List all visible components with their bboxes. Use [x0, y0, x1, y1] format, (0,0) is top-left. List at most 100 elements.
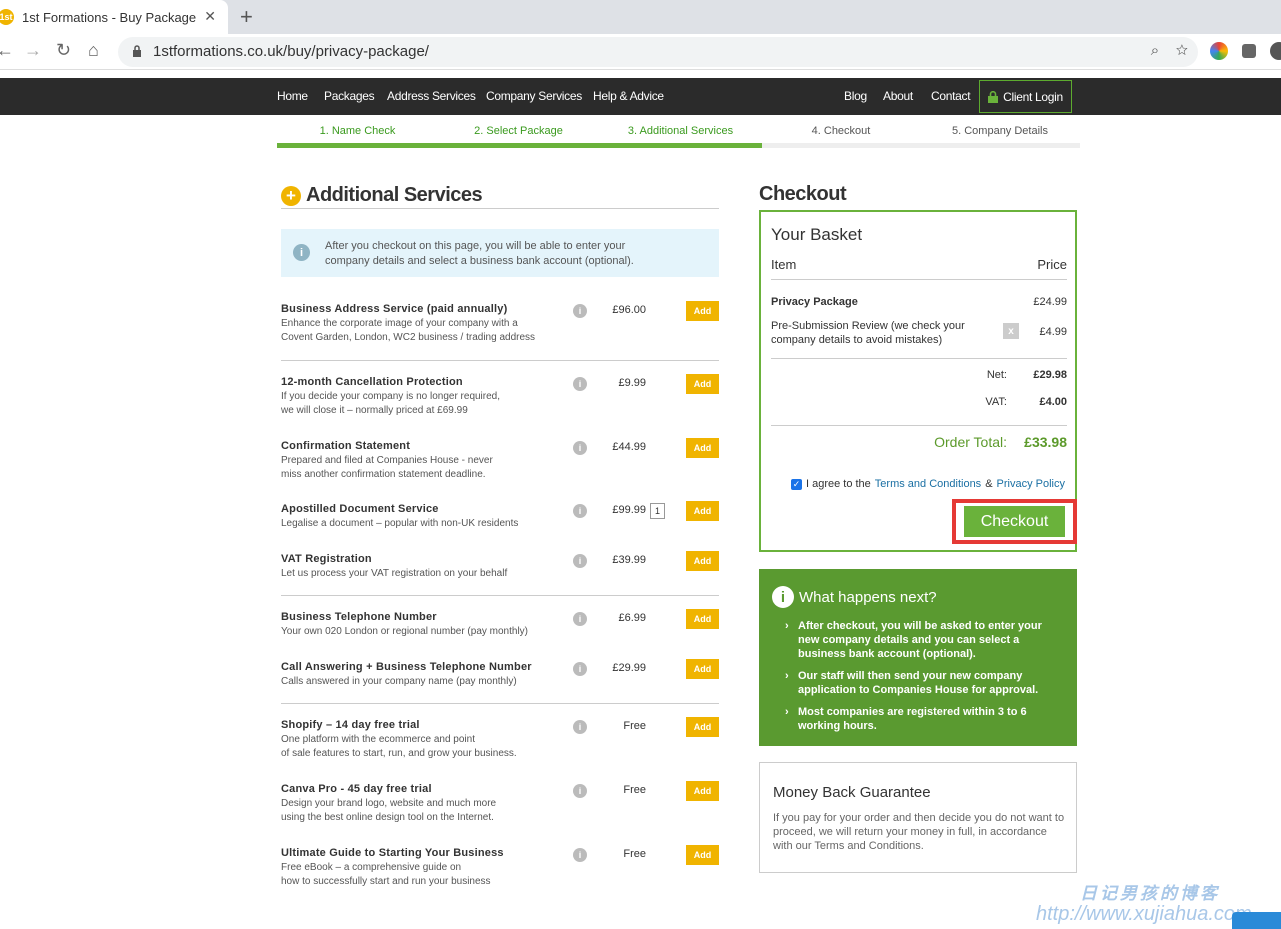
- add-button[interactable]: Add: [686, 374, 719, 394]
- remove-item-button[interactable]: x: [1003, 323, 1019, 339]
- nav-blog[interactable]: Blog: [844, 89, 867, 103]
- next-heading: i What happens next?: [772, 586, 937, 608]
- service-description: If you decide your company is no longer …: [281, 391, 501, 416]
- privacy-link[interactable]: Privacy Policy: [997, 478, 1065, 490]
- what-happens-next-panel: i What happens next? › After checkout, yo…: [759, 569, 1077, 746]
- service-name: Shopify – 14 day free trial: [281, 719, 420, 731]
- service-price: £99.99: [612, 504, 646, 516]
- divider: [281, 595, 719, 596]
- step-label: 3. Additional Services: [627, 125, 734, 137]
- service-row: Ultimate Guide to Starting Your Business…: [281, 845, 719, 889]
- reload-icon[interactable]: ↻: [56, 40, 71, 61]
- add-button[interactable]: Add: [686, 551, 719, 571]
- tab-title: 1st Formations - Buy Package: [22, 9, 197, 25]
- site-favicon-icon: 1st: [0, 9, 14, 25]
- add-button[interactable]: Add: [686, 501, 719, 521]
- color-extension-icon[interactable]: [1210, 42, 1228, 60]
- agree-text: I agree to the: [805, 478, 871, 490]
- service-info-icon[interactable]: i: [573, 304, 587, 318]
- service-price: £96.00: [612, 304, 646, 316]
- back-icon[interactable]: ←: [0, 40, 14, 61]
- service-info-icon[interactable]: i: [573, 554, 587, 568]
- home-icon[interactable]: ⌂: [88, 40, 99, 61]
- nav-about[interactable]: About: [883, 89, 913, 103]
- add-button[interactable]: Add: [686, 717, 719, 737]
- step-name-check[interactable]: 1. Name Check: [277, 118, 438, 148]
- service-price: Free: [623, 848, 646, 860]
- step-bar: [438, 143, 599, 148]
- quantity-input[interactable]: 1: [650, 503, 665, 519]
- service-description: Design your brand logo, website and much…: [281, 798, 497, 823]
- add-button[interactable]: Add: [686, 781, 719, 801]
- service-price: Free: [623, 784, 646, 796]
- service-description: Your own 020 London or regional number (…: [281, 626, 529, 637]
- new-tab-icon[interactable]: +: [240, 4, 253, 30]
- address-bar[interactable]: 1stformations.co.uk/buy/privacy-package/…: [118, 37, 1198, 67]
- step-bar: [762, 143, 920, 148]
- browser-tab[interactable]: 1st 1st Formations - Buy Package ✕: [0, 0, 228, 34]
- terms-link[interactable]: Terms and Conditions: [875, 478, 981, 490]
- chevron-right-icon: ›: [785, 670, 789, 682]
- terms-agreement: ✓ I agree to the Terms and Conditions & …: [790, 478, 1065, 490]
- puzzle-extension-icon[interactable]: [1242, 44, 1256, 58]
- url-text: 1stformations.co.uk/buy/privacy-package/: [153, 43, 429, 60]
- service-row: 12-month Cancellation Protection If you …: [281, 374, 719, 418]
- service-price: £9.99: [618, 377, 646, 389]
- nav-company-services[interactable]: Company Services: [486, 89, 582, 103]
- service-name: Call Answering + Business Telephone Numb…: [281, 661, 532, 673]
- vat-value: £4.00: [1039, 396, 1067, 408]
- service-name: Ultimate Guide to Starting Your Business: [281, 847, 504, 859]
- service-description: Prepared and filed at Companies House - …: [281, 455, 493, 480]
- nav-home[interactable]: Home: [277, 89, 308, 103]
- add-button[interactable]: Add: [686, 609, 719, 629]
- add-button[interactable]: Add: [686, 845, 719, 865]
- client-login-button[interactable]: Client Login: [979, 80, 1072, 113]
- nav-contact[interactable]: Contact: [931, 89, 971, 103]
- profile-avatar-icon[interactable]: [1270, 42, 1281, 60]
- agree-checkbox[interactable]: ✓: [790, 478, 802, 490]
- add-button[interactable]: Add: [686, 301, 719, 321]
- service-price: £44.99: [612, 441, 646, 453]
- add-button[interactable]: Add: [686, 659, 719, 679]
- section-title: Additional Services: [306, 184, 483, 206]
- forward-icon[interactable]: →: [24, 40, 42, 61]
- client-login-label: Client Login: [1003, 89, 1063, 104]
- service-description: Free eBook – a comprehensive guide on how…: [281, 862, 491, 887]
- service-description: Calls answered in your company name (pay…: [281, 676, 517, 687]
- service-row: Confirmation Statement Prepared and file…: [281, 438, 719, 482]
- watermark-text: 日记男孩的博客: [1080, 884, 1220, 903]
- nav-address-services[interactable]: Address Services: [387, 89, 476, 103]
- checkout-button[interactable]: Checkout: [964, 506, 1065, 537]
- nav-packages[interactable]: Packages: [324, 89, 375, 103]
- service-info-icon[interactable]: i: [573, 784, 587, 798]
- service-info-icon[interactable]: i: [573, 662, 587, 676]
- step-label: 2. Select Package: [474, 125, 563, 137]
- service-info-icon[interactable]: i: [573, 504, 587, 518]
- nav-help-advice[interactable]: Help & Advice: [593, 89, 664, 103]
- step-select-package[interactable]: 2. Select Package: [438, 118, 599, 148]
- service-description: Legalise a document – popular with non-U…: [281, 518, 519, 529]
- service-info-icon[interactable]: i: [573, 848, 587, 862]
- service-price: £6.99: [618, 612, 646, 624]
- basket-item-name: Privacy Package: [771, 296, 858, 308]
- service-name: Business Address Service (paid annually): [281, 303, 508, 315]
- divider: [281, 360, 719, 361]
- service-row: Shopify – 14 day free trial One platform…: [281, 717, 719, 761]
- zoom-icon[interactable]: ⌕ ☆: [1151, 42, 1188, 59]
- service-row: Business Address Service (paid annually)…: [281, 301, 719, 345]
- step-additional-services: 3. Additional Services: [599, 118, 762, 148]
- service-info-icon[interactable]: i: [573, 612, 587, 626]
- service-info-icon[interactable]: i: [573, 720, 587, 734]
- divider: [771, 425, 1067, 426]
- corner-widget[interactable]: [1232, 912, 1281, 929]
- service-info-icon[interactable]: i: [573, 441, 587, 455]
- add-button[interactable]: Add: [686, 438, 719, 458]
- divider: [771, 358, 1067, 359]
- service-name: 12-month Cancellation Protection: [281, 376, 463, 388]
- list-item: › After checkout, you will be asked to en…: [785, 620, 1042, 660]
- chevron-right-icon: ›: [785, 706, 789, 718]
- close-tab-icon[interactable]: ✕: [204, 8, 216, 25]
- next-title: What happens next?: [799, 588, 937, 606]
- service-info-icon[interactable]: i: [573, 377, 587, 391]
- basket-title: Your Basket: [771, 225, 863, 244]
